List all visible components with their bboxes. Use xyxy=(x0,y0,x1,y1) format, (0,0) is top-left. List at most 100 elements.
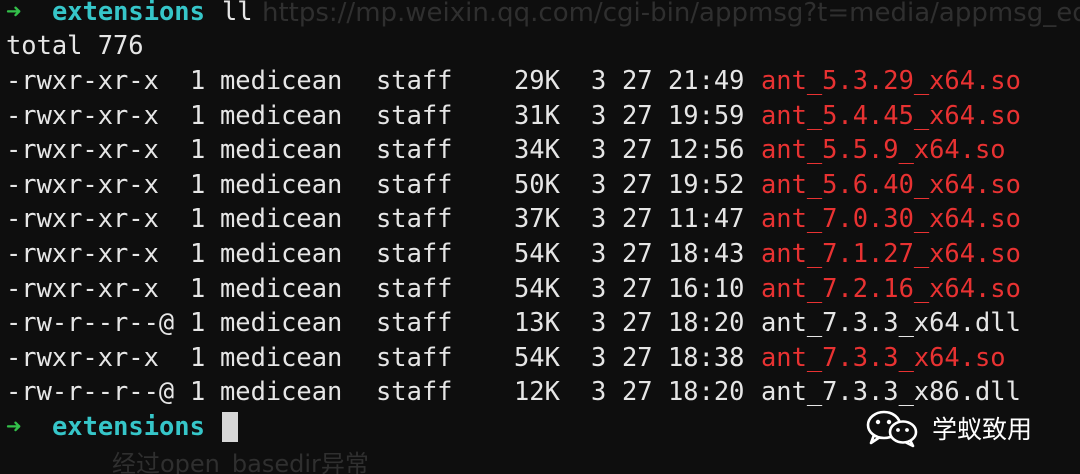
file-name: ant_7.3.3_x86.dll xyxy=(761,376,1021,407)
group: staff xyxy=(376,341,453,372)
day: 27 xyxy=(622,99,653,130)
time: 19:59 xyxy=(668,99,745,130)
file-size: 54K xyxy=(514,341,560,372)
permissions: -rwxr-xr-x xyxy=(6,203,159,234)
file-size: 34K xyxy=(514,134,560,165)
month: 3 xyxy=(591,203,607,234)
file-name: ant_7.1.27_x64.so xyxy=(761,238,1021,268)
link-count: 1 xyxy=(190,168,206,199)
prompt-command: ll xyxy=(222,0,253,26)
month: 3 xyxy=(591,168,607,199)
group: staff xyxy=(376,238,453,268)
time: 18:20 xyxy=(668,307,745,338)
time: 21:49 xyxy=(668,65,745,95)
time: 18:20 xyxy=(668,376,745,407)
permissions: -rwxr-xr-x xyxy=(6,99,159,130)
day: 27 xyxy=(622,134,653,165)
time: 12:56 xyxy=(668,134,745,165)
wechat-icon xyxy=(866,410,918,448)
prompt-arrow-icon: ➜ xyxy=(6,0,22,26)
prompt-line: ➜ extensions ll xyxy=(6,0,253,28)
permissions: -rwxr-xr-x xyxy=(6,238,159,268)
time: 19:52 xyxy=(668,168,745,199)
file-size: 54K xyxy=(514,272,560,303)
link-count: 1 xyxy=(190,99,206,130)
group: staff xyxy=(376,272,453,303)
prompt-arrow-icon: ➜ xyxy=(6,411,22,441)
file-name: ant_5.6.40_x64.so xyxy=(761,168,1021,199)
prompt-directory: extensions xyxy=(52,411,205,441)
group: staff xyxy=(376,99,453,130)
prompt-line-current[interactable]: ➜ extensions xyxy=(6,409,238,443)
file-name: ant_7.2.16_x64.so xyxy=(761,272,1021,303)
permissions: -rwxr-xr-x xyxy=(6,168,159,199)
owner: medicean xyxy=(220,168,343,199)
group: staff xyxy=(376,168,453,199)
month: 3 xyxy=(591,134,607,165)
file-size: 50K xyxy=(514,168,560,199)
month: 3 xyxy=(591,341,607,372)
permissions: -rw-r--r--@ xyxy=(6,307,175,338)
time: 18:43 xyxy=(668,238,745,268)
group: staff xyxy=(376,134,453,165)
link-count: 1 xyxy=(190,272,206,303)
time: 11:47 xyxy=(668,203,745,234)
file-name: ant_7.3.3_x64.so xyxy=(761,341,1006,372)
day: 27 xyxy=(622,341,653,372)
link-count: 1 xyxy=(190,238,206,268)
total-line: total 776 xyxy=(6,28,144,62)
day: 27 xyxy=(622,168,653,199)
file-name: ant_5.3.29_x64.so xyxy=(761,65,1021,95)
month: 3 xyxy=(591,272,607,303)
file-size: 29K xyxy=(514,65,560,95)
link-count: 1 xyxy=(190,65,206,95)
permissions: -rw-r--r--@ xyxy=(6,376,175,407)
link-count: 1 xyxy=(190,134,206,165)
group: staff xyxy=(376,376,453,407)
month: 3 xyxy=(591,238,607,268)
group: staff xyxy=(376,65,453,95)
text-cursor[interactable] xyxy=(222,412,238,442)
month: 3 xyxy=(591,99,607,130)
ghost-bottom-text: 经过open_basedir异常 xyxy=(112,450,369,474)
month: 3 xyxy=(591,376,607,407)
permissions: -rwxr-xr-x xyxy=(6,134,159,165)
file-name: ant_7.0.30_x64.so xyxy=(761,203,1021,234)
owner: medicean xyxy=(220,134,343,165)
time: 18:38 xyxy=(668,341,745,372)
permissions: -rwxr-xr-x xyxy=(6,65,159,95)
prompt-directory: extensions xyxy=(52,0,205,26)
file-size: 37K xyxy=(514,203,560,234)
link-count: 1 xyxy=(190,307,206,338)
month: 3 xyxy=(591,65,607,95)
link-count: 1 xyxy=(190,203,206,234)
link-count: 1 xyxy=(190,341,206,372)
month: 3 xyxy=(591,307,607,338)
file-name: ant_5.4.45_x64.so xyxy=(761,99,1021,130)
owner: medicean xyxy=(220,307,343,338)
owner: medicean xyxy=(220,99,343,130)
ghost-url-text: https://mp.weixin.qq.com/cgi-bin/appmsg?… xyxy=(262,0,1080,28)
day: 27 xyxy=(622,65,653,95)
terminal-window[interactable]: https://mp.weixin.qq.com/cgi-bin/appmsg?… xyxy=(0,0,1080,474)
file-name: ant_5.5.9_x64.so xyxy=(761,134,1006,165)
file-size: 13K xyxy=(514,307,560,338)
group: staff xyxy=(376,307,453,338)
owner: medicean xyxy=(220,376,343,407)
link-count: 1 xyxy=(190,376,206,407)
file-name: ant_7.3.3_x64.dll xyxy=(761,307,1021,338)
time: 16:10 xyxy=(668,272,745,303)
day: 27 xyxy=(622,307,653,338)
day: 27 xyxy=(622,272,653,303)
day: 27 xyxy=(622,203,653,234)
owner: medicean xyxy=(220,341,343,372)
owner: medicean xyxy=(220,238,343,268)
group: staff xyxy=(376,203,453,234)
file-size: 31K xyxy=(514,99,560,130)
owner: medicean xyxy=(220,272,343,303)
owner: medicean xyxy=(220,203,343,234)
file-size: 12K xyxy=(514,376,560,407)
day: 27 xyxy=(622,238,653,268)
watermark: 学蚁致用 xyxy=(862,408,1032,448)
day: 27 xyxy=(622,376,653,407)
